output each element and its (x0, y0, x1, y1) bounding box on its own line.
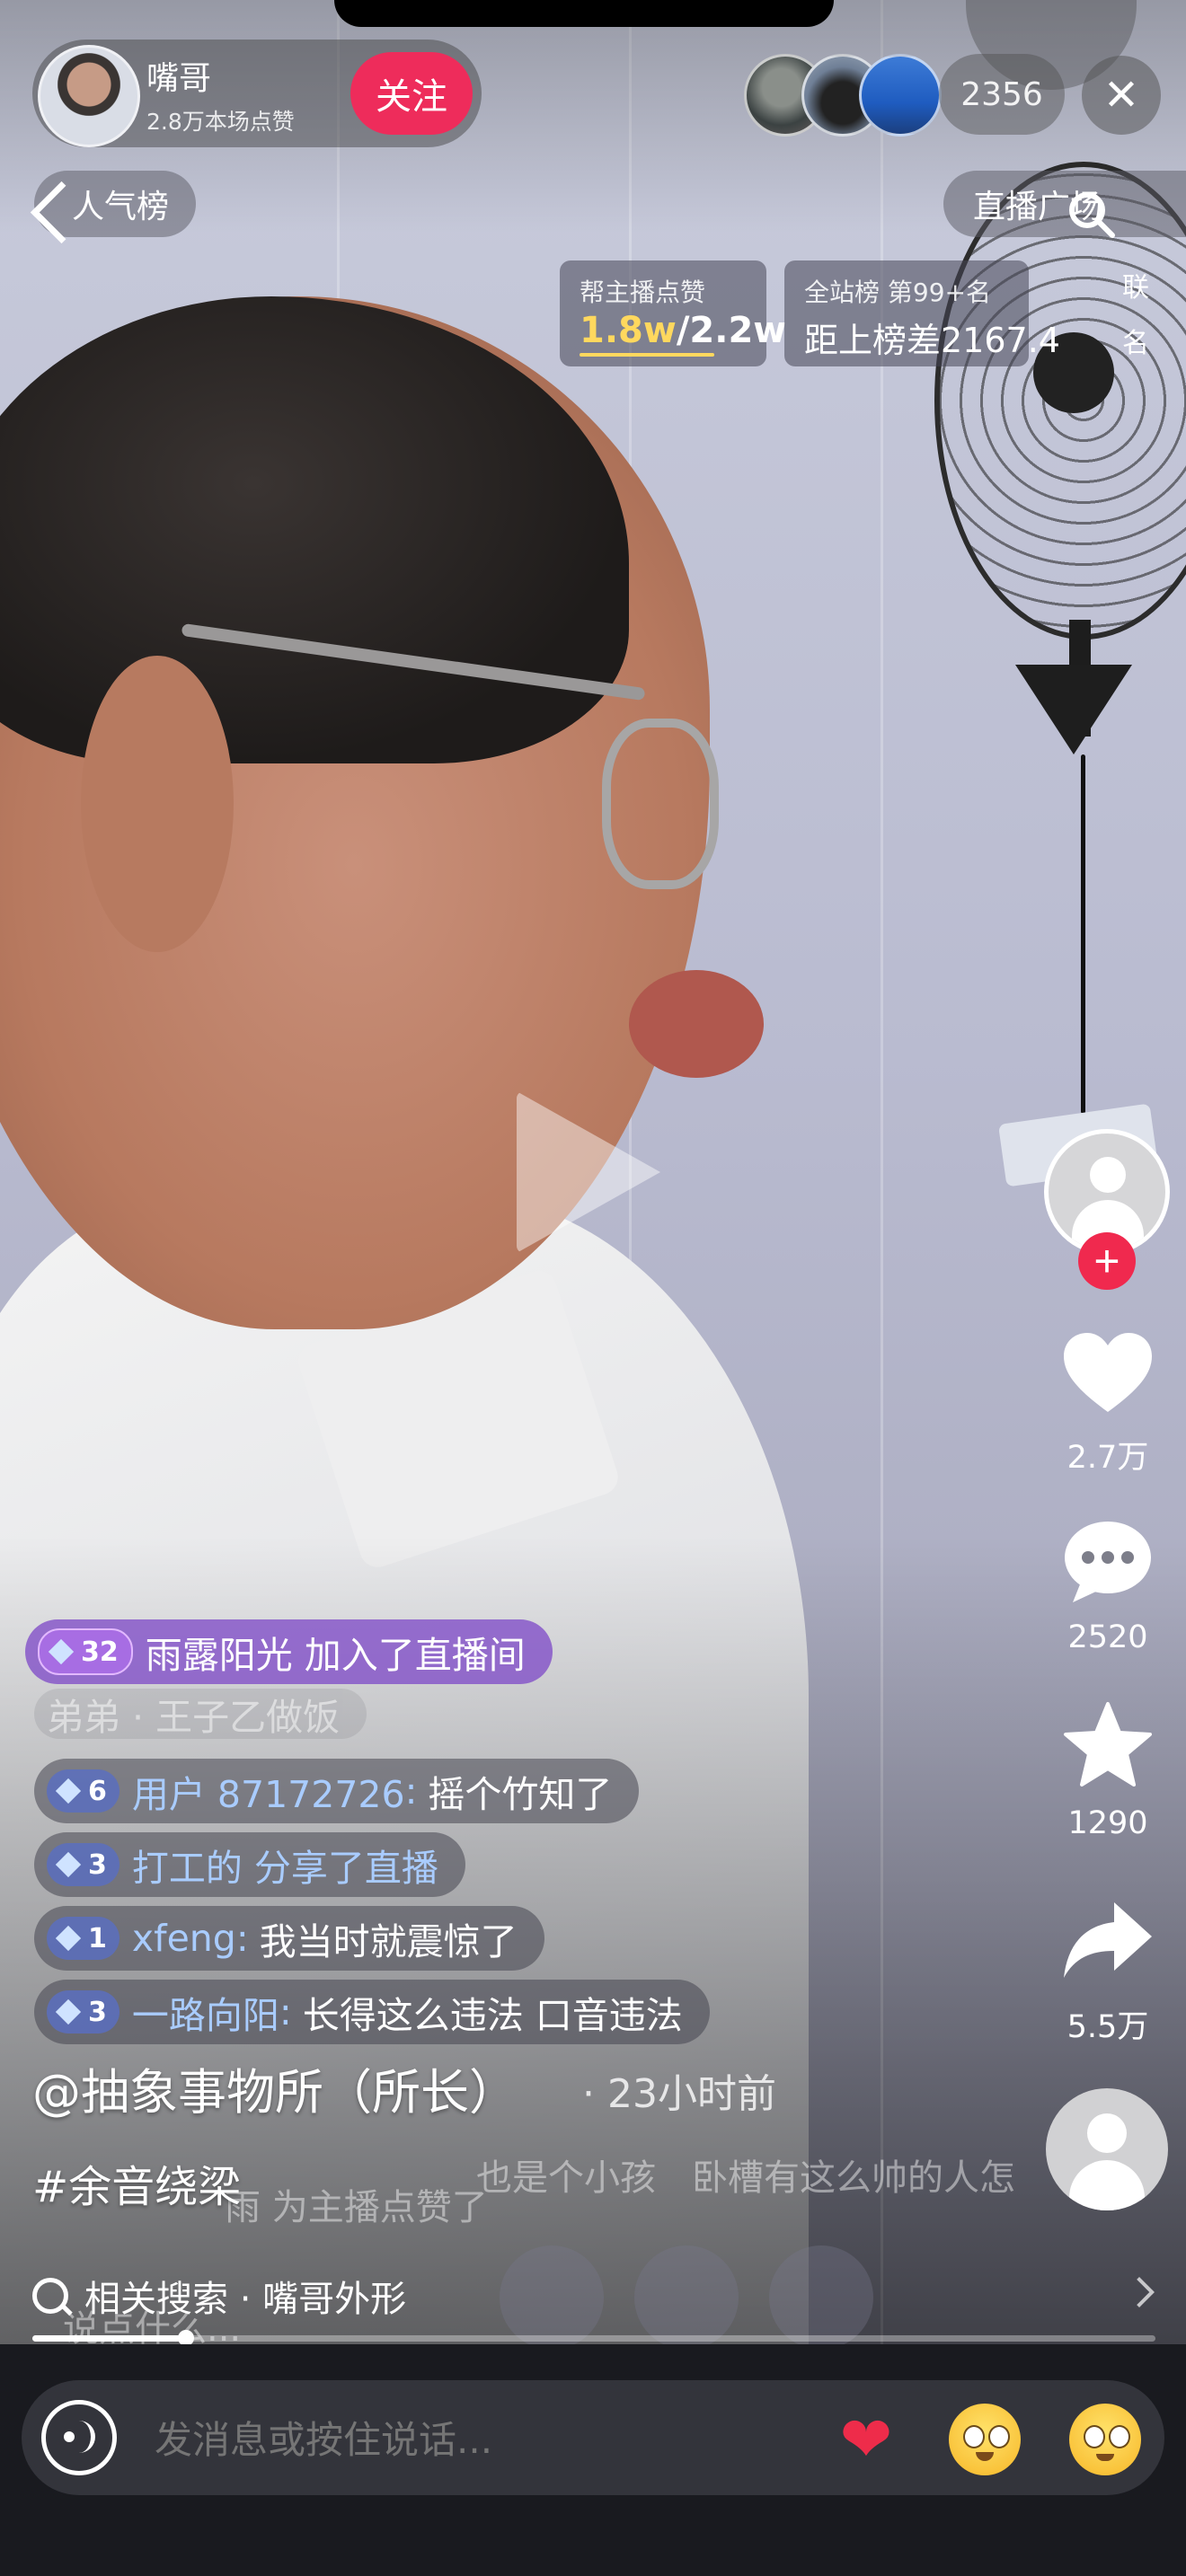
host-name: 嘴哥 (146, 60, 212, 97)
person-ear (81, 656, 234, 952)
level-number: 1 (88, 1922, 107, 1954)
share-count: 5.5万 (1067, 2009, 1149, 2045)
emoji-ghost-icon (500, 2245, 604, 2350)
search-icon (32, 2278, 68, 2314)
side-tag[interactable]: 联 名 (1118, 260, 1154, 372)
glasses-lens (602, 719, 719, 889)
site-rank-label: 全站榜 第99+名 (804, 278, 991, 307)
person-lips (629, 970, 764, 1078)
level-number: 32 (81, 1636, 119, 1668)
comment-text: 摇个竹知了 (428, 1773, 613, 1816)
join-notice-text: 雨露阳光 加入了直播间 (145, 1634, 526, 1677)
like-goal-progress: 1.8w/2.2w (580, 310, 786, 351)
link-ghost-icon (634, 2245, 739, 2350)
heart-icon[interactable] (1060, 1329, 1155, 1419)
comment-user[interactable]: 用户 87172726 (132, 1764, 405, 1818)
ghost-comment: 雨 为主播点赞了 (225, 2187, 488, 2228)
flushed-emoji-button[interactable] (1069, 2404, 1141, 2475)
person-hair (0, 296, 629, 763)
site-rank-gap: 距上榜差2167.4 (804, 321, 1060, 360)
comment-separator: : (235, 1917, 249, 1960)
comment-separator: : (279, 1990, 292, 2033)
video-progress[interactable] (32, 2330, 1155, 2346)
side-tag-char: 名 (1122, 328, 1149, 359)
level-badge: 32 (38, 1628, 133, 1675)
level-badge: 3 (47, 1843, 119, 1886)
comment-row[interactable]: 6 用户 87172726: 摇个竹知了 (34, 1759, 640, 1823)
comment-user[interactable]: 一路向阳 (132, 1985, 279, 2039)
site-rank-card[interactable]: 全站榜 第99+名 距上榜差2167.4 (784, 260, 1060, 366)
star-icon[interactable] (1060, 1700, 1155, 1790)
rolling-eyes-emoji-button[interactable] (949, 2404, 1021, 2475)
level-number: 3 (88, 1848, 107, 1881)
comment-row[interactable]: 1 xfeng: 我当时就震惊了 (34, 1906, 544, 1971)
heart-emoji-button[interactable]: ❤ (828, 2402, 904, 2477)
comment-icon[interactable] (1060, 1516, 1155, 1606)
like-goal-separator: / (676, 310, 690, 351)
power-cord (1081, 754, 1085, 1114)
like-goal-current: 1.8w (580, 310, 677, 351)
faded-comment-text: 弟弟 · 王子乙做饭 (47, 1696, 341, 1739)
play-icon[interactable] (517, 1091, 660, 1253)
hashtag-link[interactable]: #余音绕梁 (32, 2151, 241, 2214)
faded-comment: 弟弟 · 王子乙做饭 (34, 1689, 367, 1739)
comment-user[interactable]: 打工的 分享了直播 (132, 1838, 438, 1892)
level-badge: 6 (47, 1769, 119, 1813)
like-goal-target: 2.2w (689, 310, 787, 351)
comment-row[interactable]: 3 一路向阳: 长得这么违法 口音违法 (34, 1980, 710, 2044)
viewer-count[interactable]: 2356 (939, 54, 1065, 135)
related-search[interactable]: 相关搜索 · 嘴哥外形 (32, 2270, 406, 2322)
wall-fan-mount (1015, 665, 1132, 754)
level-number: 3 (88, 1996, 107, 2028)
search-icon[interactable] (1066, 189, 1116, 239)
like-goal-label: 帮主播点赞 (580, 278, 706, 307)
voice-icon[interactable] (41, 2400, 117, 2475)
close-icon[interactable]: ✕ (1082, 56, 1161, 135)
ghost-comment: 卧槽有这么帅的人怎 (692, 2157, 1015, 2199)
side-tag-char: 联 (1122, 272, 1149, 304)
share-icon[interactable] (1060, 1895, 1155, 1985)
author-handle[interactable]: @抽象事物所（所长） (32, 2052, 518, 2123)
favorite-count: 1290 (1067, 1805, 1148, 1841)
video-progress-fill (32, 2335, 187, 2342)
ghost-comment: 也是个小孩 (476, 2157, 656, 2199)
comment-text: 长得这么违法 口音违法 (302, 1994, 683, 2037)
join-notice[interactable]: 32 雨露阳光 加入了直播间 (25, 1619, 553, 1684)
heart-ghost-icon (769, 2245, 873, 2350)
related-search-label: 相关搜索 · 嘴哥外形 (84, 2279, 407, 2320)
device-notch (334, 0, 834, 27)
like-goal-bar (580, 353, 714, 357)
level-number: 6 (88, 1775, 107, 1807)
comment-count: 2520 (1067, 1619, 1148, 1655)
comment-row[interactable]: 3 打工的 分享了直播 (34, 1832, 465, 1897)
comment-text: 我当时就震惊了 (259, 1920, 518, 1963)
level-badge: 3 (47, 1990, 119, 2033)
level-badge: 1 (47, 1917, 119, 1960)
follow-button[interactable]: 关注 (350, 52, 473, 135)
message-input[interactable] (153, 2407, 785, 2472)
viewer-avatar[interactable] (859, 54, 942, 137)
comment-user[interactable]: xfeng (132, 1917, 236, 1960)
host-likes: 2.8万本场点赞 (146, 109, 295, 135)
like-count: 2.7万 (1067, 1440, 1149, 1476)
post-time: · 23小时前 (582, 2071, 776, 2117)
follow-plus-button[interactable]: + (1078, 1232, 1136, 1290)
like-goal-card[interactable]: 帮主播点赞 1.8w/2.2w (560, 260, 786, 366)
host-avatar[interactable] (38, 45, 140, 147)
music-avatar[interactable] (1046, 2088, 1168, 2210)
comment-separator: : (404, 1769, 418, 1813)
live-plaza-button[interactable]: 直播广场 (943, 171, 1186, 237)
